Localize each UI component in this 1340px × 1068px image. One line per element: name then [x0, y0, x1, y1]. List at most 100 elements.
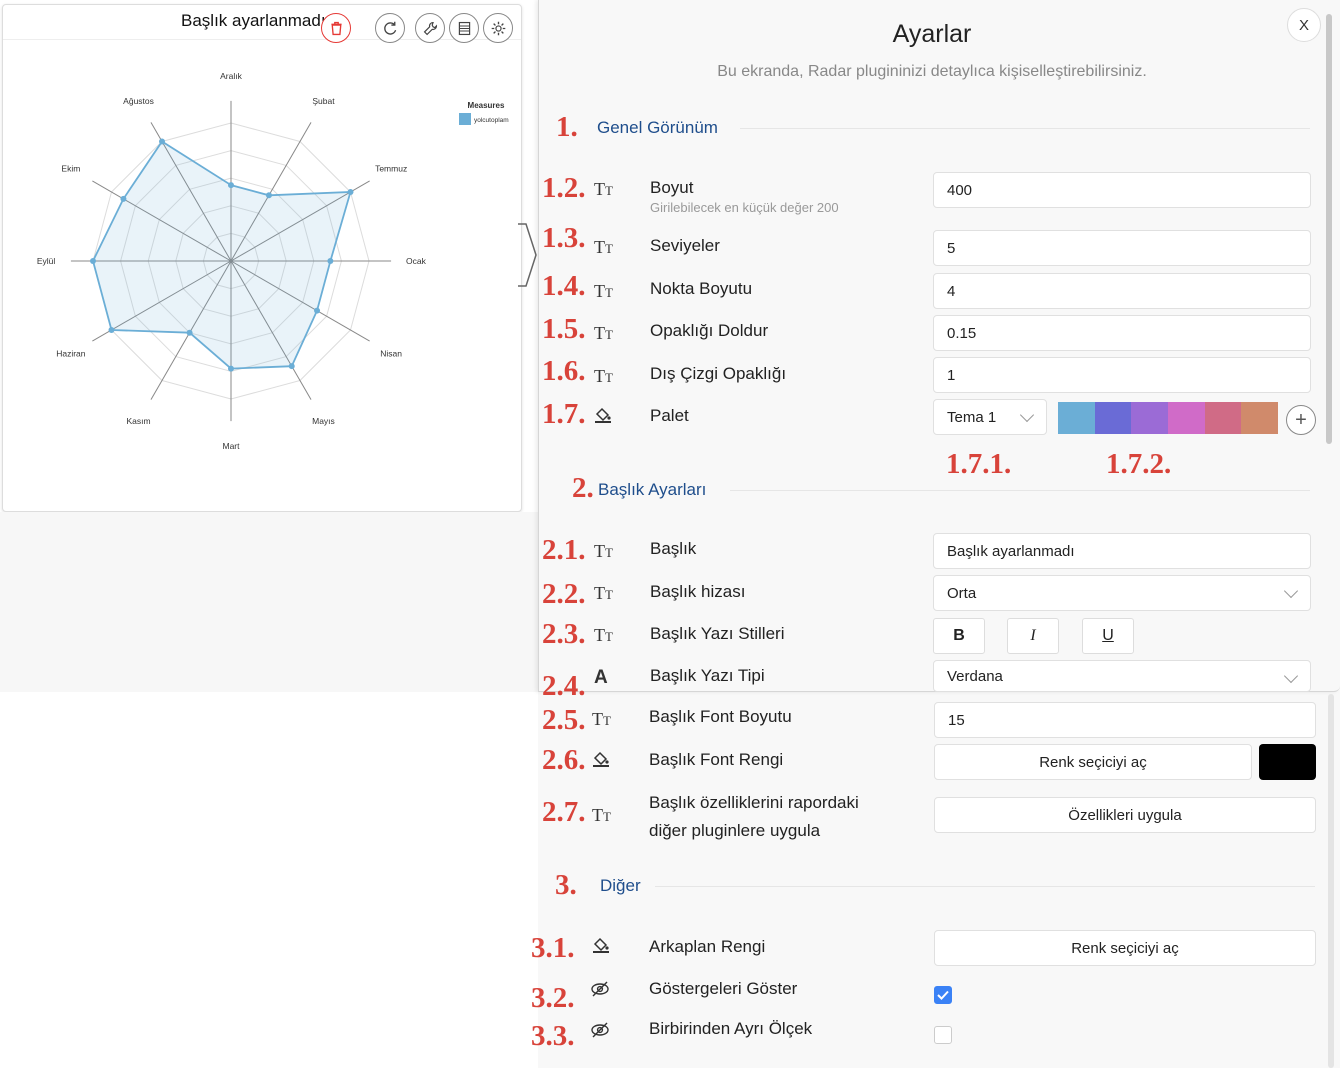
checkmark-icon [937, 990, 949, 1000]
panel-scrollbar[interactable] [1326, 14, 1332, 444]
wrench-button[interactable] [415, 13, 445, 43]
section-divider [730, 490, 1310, 491]
paint-bucket-icon [591, 936, 611, 957]
palette-select[interactable]: Tema 1 [933, 399, 1047, 435]
chevron-down-icon [1019, 407, 1035, 423]
panel-scrollbar-track[interactable] [1328, 694, 1334, 1068]
palette-swatch[interactable] [1094, 402, 1132, 434]
refresh-button[interactable] [375, 13, 405, 43]
row-number: 2.7. [542, 796, 586, 828]
title-font-select[interactable]: Verdana [933, 660, 1311, 692]
section-divider [655, 886, 1315, 887]
separate-scale-checkbox[interactable] [934, 1026, 952, 1044]
title-align-select[interactable]: Orta [933, 575, 1311, 611]
title-font-value: Verdana [947, 667, 1003, 685]
widget-title: Başlık ayarlanmadı [181, 11, 326, 30]
size-hint: Girilebilecek en küçük değer 200 [650, 200, 839, 215]
palette-label: Palet [650, 406, 689, 425]
section-title-title: Başlık Ayarları [598, 480, 707, 499]
radar-widget: Başlık ayarlanmadı Aralık Şubat Temmuz Ocak… [2, 4, 522, 512]
palette-swatch[interactable] [1204, 402, 1242, 434]
row-number: 2.1. [542, 534, 586, 566]
size-label: Boyut [650, 178, 694, 197]
series-area [92, 140, 352, 370]
data-point [108, 327, 115, 333]
levels-input[interactable]: 5 [933, 230, 1311, 266]
title-color-picker-button[interactable]: Renk seçiciyi aç [934, 744, 1252, 780]
delete-button[interactable] [321, 13, 351, 43]
row-number: 3.2. [531, 982, 575, 1014]
palette-swatch[interactable] [1168, 402, 1205, 434]
axis-label: Ocak [406, 256, 427, 266]
data-point [288, 363, 295, 370]
bg-color-picker-button[interactable]: Renk seçiciyi aç [934, 930, 1316, 966]
show-legend-checkbox[interactable] [934, 986, 952, 1004]
title-input[interactable]: Başlık ayarlanmadı [933, 533, 1311, 569]
data-point [228, 182, 234, 189]
title-apply-label-line1: Başlık özelliklerini rapordaki [649, 793, 859, 812]
text-size-icon: TT [592, 709, 611, 729]
radar-chart: Aralık Şubat Temmuz Ocak Nisan Mayıs Mart Kasım… [37, 71, 509, 451]
paint-bucket-icon [593, 406, 613, 427]
legend-label: yolcutoplam [474, 117, 509, 124]
axis-label: Mayıs [312, 416, 335, 426]
text-size-icon: TT [594, 281, 613, 301]
close-button[interactable]: X [1287, 8, 1321, 42]
axis-label: Nisan [380, 348, 402, 358]
section-number: 2. [572, 472, 594, 504]
refresh-icon [383, 21, 396, 35]
settings-button[interactable] [483, 13, 513, 43]
fill-opacity-input[interactable]: 0.15 [933, 315, 1311, 351]
row-number: 2.3. [542, 618, 586, 650]
palette-swatch[interactable] [1058, 402, 1095, 434]
legend-title: Measures [468, 101, 505, 110]
palette-swatches[interactable] [1058, 402, 1279, 434]
section-number: 1. [556, 111, 578, 143]
axis-label: Eylül [37, 256, 56, 266]
axis-label: Temmuz [375, 164, 407, 174]
fill-opacity-label: Opaklığı Doldur [650, 321, 769, 340]
row-number: 2.5. [542, 704, 586, 736]
text-size-icon: TT [594, 179, 613, 199]
title-size-input[interactable]: 15 [934, 702, 1316, 738]
text-size-icon: TT [594, 237, 613, 257]
table-icon [458, 21, 470, 35]
row-number: 3.1. [531, 932, 575, 964]
palette-swatch[interactable] [1131, 402, 1169, 434]
levels-label: Seviyeler [650, 236, 720, 255]
axis-label: Kasım [126, 416, 150, 426]
row-number: 1.3. [542, 222, 586, 254]
italic-button[interactable]: I [1007, 618, 1059, 654]
size-input[interactable]: 400 [933, 172, 1311, 208]
axis-label: Şubat [312, 96, 335, 106]
gear-icon [491, 21, 505, 35]
row-number: 2.6. [542, 744, 586, 776]
underline-button[interactable]: U [1082, 618, 1134, 654]
data-point [186, 329, 193, 336]
apply-properties-button[interactable]: Özellikleri uygula [934, 797, 1316, 833]
stroke-opacity-input[interactable]: 1 [933, 357, 1311, 393]
panel-collapse-handle[interactable] [518, 222, 540, 288]
bold-button[interactable]: B [933, 618, 985, 654]
text-size-icon: TT [592, 805, 611, 825]
data-point [159, 138, 165, 145]
eye-slash-icon [590, 1021, 610, 1042]
add-color-button[interactable]: + [1286, 405, 1316, 435]
row-number: 1.6. [542, 355, 586, 387]
dot-size-input[interactable]: 4 [933, 273, 1311, 309]
section-divider [740, 128, 1310, 129]
data-point [90, 258, 96, 264]
row-number: 2.2. [542, 578, 586, 610]
section-title-other: Diğer [600, 876, 641, 895]
eye-slash-icon [590, 980, 610, 1001]
data-point [228, 365, 234, 372]
title-color-swatch[interactable] [1259, 744, 1316, 780]
trash-icon [330, 21, 342, 35]
text-size-icon: TT [594, 541, 613, 561]
axis-label: Aralık [220, 71, 242, 81]
text-size-icon: TT [594, 583, 613, 603]
palette-swatch[interactable] [1241, 402, 1279, 434]
widget-divider [3, 39, 521, 40]
data-point [314, 307, 321, 314]
table-button[interactable] [449, 13, 479, 43]
